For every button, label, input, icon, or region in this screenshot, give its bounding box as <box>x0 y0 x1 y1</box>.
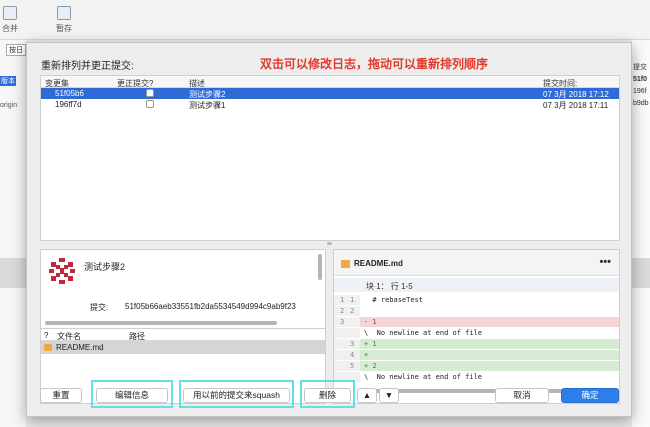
diff-line: \ No newline at end of file <box>334 372 619 382</box>
line-number: 2 <box>350 307 355 315</box>
line-number: 1 <box>350 296 355 304</box>
split-handle[interactable] <box>327 242 332 245</box>
diff-line: 11 # rebaseTest <box>334 295 619 305</box>
reset-button[interactable]: 重置 <box>40 388 82 403</box>
diff-gutter <box>334 350 360 360</box>
app-right-panel: 提交 51f0 196f b9db <box>632 40 650 427</box>
diff-gutter <box>334 295 360 305</box>
bg-date-chip[interactable]: 按日 <box>6 44 26 56</box>
commit-table-header: 变更集 更正提交? 描述 提交时间: <box>41 76 619 88</box>
commit-label: 提交: <box>90 303 109 312</box>
diff-panel: README.md ••• 块 1： 行 1-5 11 # rebaseTest… <box>333 249 620 404</box>
diff-line: 3 - 1 <box>334 317 619 327</box>
bg-version-chip: 版本 <box>0 76 16 86</box>
ok-button[interactable]: 确定 <box>561 388 619 403</box>
annotation-text: 双击可以修改日志，拖动可以重新排列顺序 <box>260 57 489 71</box>
diff-line: 5 + 2 <box>334 361 619 371</box>
diff-code: # rebaseTest <box>364 296 424 304</box>
diff-gutter <box>334 306 360 316</box>
diff-line: \ No newline at end of file <box>334 328 619 338</box>
detail-horizontal-scrollbar[interactable] <box>45 321 277 325</box>
diff-code: + 1 <box>364 340 377 348</box>
amend-checkbox[interactable] <box>146 100 154 108</box>
diff-gutter <box>334 339 360 349</box>
commit-table: 变更集 更正提交? 描述 提交时间: 51f05b6 测试步骤2 07 3月 2… <box>40 75 620 241</box>
modified-file-icon <box>341 260 350 268</box>
commit-desc: 测试步骤1 <box>189 101 226 110</box>
stash-label: 暂存 <box>56 24 72 33</box>
diff-code: - 1 <box>364 318 377 326</box>
bg-right-hash-2: 196f <box>633 88 647 95</box>
diff-file-name: README.md <box>354 259 403 268</box>
merge-label: 合并 <box>2 24 18 33</box>
dialog-title: 重新排列并更正提交: <box>41 61 134 72</box>
bg-right-hash-1: 51f0 <box>633 76 648 83</box>
diff-header: README.md ••• <box>334 250 619 276</box>
diff-code: \ No newline at end of file <box>364 329 483 337</box>
stash-tool[interactable]: 暂存 <box>56 6 72 34</box>
file-row[interactable]: README.md <box>41 341 325 354</box>
line-number: 4 <box>350 351 355 359</box>
commit-row[interactable]: 51f05b6 测试步骤2 07 3月 2018 17:12 <box>41 88 619 99</box>
detail-subject: 测试步骤2 <box>84 262 126 272</box>
bg-origin-chip: origin <box>0 102 18 109</box>
commit-row[interactable]: 196ff7d 测试步骤1 07 3月 2018 17:11 <box>41 99 619 110</box>
diff-line: 22 <box>334 306 619 316</box>
edit-message-button[interactable]: 编辑信息 <box>96 388 168 403</box>
bg-right-divider <box>632 258 650 288</box>
stash-icon <box>57 6 71 20</box>
move-down-button[interactable]: ▼ <box>379 388 399 403</box>
delete-button[interactable]: 删除 <box>304 388 351 403</box>
modified-file-icon <box>44 344 52 351</box>
bg-left-divider <box>0 258 26 288</box>
amend-checkbox[interactable] <box>146 89 154 97</box>
line-number: 3 <box>350 340 355 348</box>
bg-right-header: 提交 <box>633 64 647 71</box>
commit-full-hash: 51f05b66aeb33551fb2da5534549d994c9ab9f23 <box>125 302 296 311</box>
commit-hash: 196ff7d <box>55 100 82 109</box>
commit-hash: 51f05b6 <box>55 89 84 98</box>
line-number: 3 <box>340 318 345 326</box>
merge-tool[interactable]: 合并 <box>2 6 18 34</box>
commit-time: 07 3月 2018 17:11 <box>543 101 609 110</box>
squash-button[interactable]: 用以前的提交来squash <box>183 388 290 403</box>
rebase-dialog: 重新排列并更正提交: 变更集 更正提交? 描述 提交时间: 51f05b6 测试… <box>26 42 632 417</box>
hunk-label: 块 1： 行 1-5 <box>366 282 413 291</box>
move-up-button[interactable]: ▲ <box>357 388 377 403</box>
diff-gutter <box>334 361 360 371</box>
col-status[interactable]: ? <box>44 331 48 340</box>
file-list-header: ? 文件名 路径 <box>41 329 325 341</box>
commit-detail-panel: 测试步骤2 提交: 51f05b66aeb33551fb2da5534549d9… <box>40 249 326 329</box>
avatar <box>47 256 77 286</box>
diff-gutter <box>334 328 360 338</box>
app-toolbar: 合并 暂存 <box>0 0 650 40</box>
diff-gutter <box>334 317 360 327</box>
diff-line: 3 + 1 <box>334 339 619 349</box>
hunk-header: 块 1： 行 1-5 <box>334 278 619 292</box>
line-number: 1 <box>340 296 345 304</box>
file-name: README.md <box>56 343 104 352</box>
detail-vertical-scrollbar[interactable] <box>318 254 322 280</box>
bg-right-hash-3: b9db <box>633 100 649 107</box>
line-number: 5 <box>350 362 355 370</box>
cancel-button[interactable]: 取消 <box>495 388 549 403</box>
merge-icon <box>3 6 17 20</box>
more-options-icon[interactable]: ••• <box>599 256 611 268</box>
app-left-panel: 按日 版本 origin <box>0 40 26 427</box>
line-number: 2 <box>340 307 345 315</box>
diff-code: + <box>364 351 369 359</box>
diff-code: + 2 <box>364 362 377 370</box>
diff-code: \ No newline at end of file <box>364 373 483 381</box>
diff-line: 4 + <box>334 350 619 360</box>
